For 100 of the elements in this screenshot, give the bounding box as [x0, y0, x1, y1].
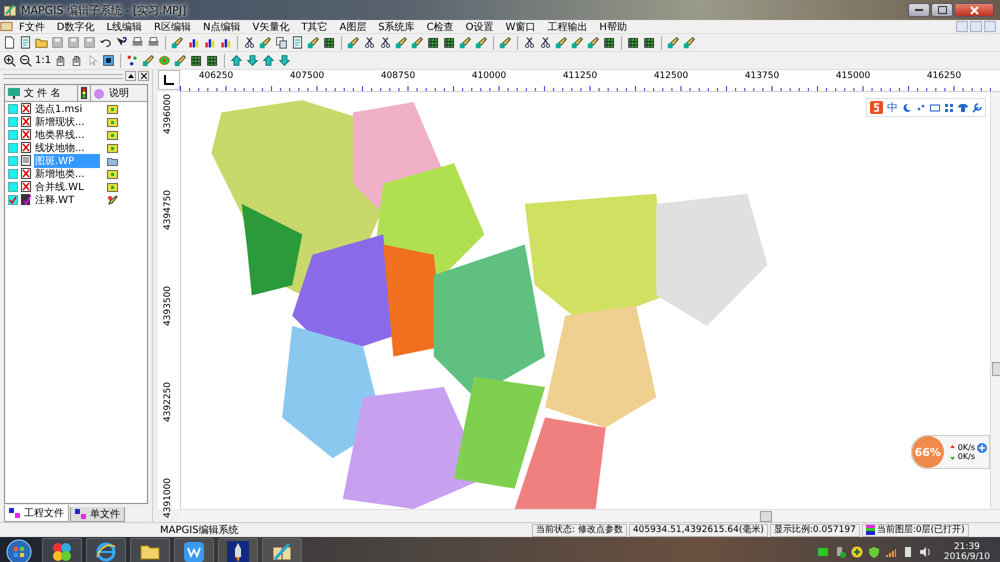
- pencil-icon[interactable]: [171, 36, 184, 49]
- arrow-down-icon[interactable]: [246, 54, 260, 67]
- pencil-icon[interactable]: [411, 36, 424, 49]
- file-name[interactable]: 新增地类...: [34, 166, 100, 180]
- menu-item[interactable]: O设置: [460, 20, 500, 34]
- file-name[interactable]: 新增现状...: [34, 114, 100, 128]
- close-button[interactable]: [138, 71, 149, 81]
- scissors-icon[interactable]: [379, 36, 392, 49]
- arrow-up-icon[interactable]: [262, 54, 276, 67]
- locked-folder-icon[interactable]: [107, 168, 118, 178]
- arrow-up-icon[interactable]: [230, 54, 244, 67]
- checkbox[interactable]: [8, 130, 18, 140]
- menu-item[interactable]: H帮助: [593, 20, 633, 34]
- ruler-corner-icon[interactable]: [158, 70, 180, 90]
- folder-icon[interactable]: [130, 538, 170, 562]
- checkbox[interactable]: [8, 104, 18, 114]
- arrow-down-icon[interactable]: [278, 54, 292, 67]
- input-method-logo-icon[interactable]: [870, 101, 883, 114]
- pencil-icon[interactable]: [142, 54, 156, 67]
- pencil-icon[interactable]: [683, 36, 696, 49]
- plus-icon[interactable]: [850, 546, 863, 558]
- globe-icon[interactable]: [158, 54, 172, 67]
- checkbox[interactable]: [8, 156, 18, 166]
- locked-folder-icon[interactable]: [107, 182, 118, 192]
- pencil-icon[interactable]: [347, 36, 360, 49]
- pencil-icon[interactable]: [459, 36, 472, 49]
- grid-icon[interactable]: [190, 54, 204, 67]
- pencil-icon[interactable]: [475, 36, 488, 49]
- clock-date[interactable]: 2016/9/10: [944, 552, 990, 562]
- pencil-icon[interactable]: [107, 194, 118, 204]
- shirt-icon[interactable]: [958, 102, 968, 112]
- vertical-scrollbar[interactable]: [990, 92, 1000, 509]
- menu-item[interactable]: N点编辑: [197, 20, 246, 34]
- scissors-icon[interactable]: [243, 36, 256, 49]
- office-app-icon[interactable]: [174, 538, 214, 562]
- pencil-icon[interactable]: [395, 36, 408, 49]
- traffic-light-icon[interactable]: [78, 85, 91, 101]
- volume-icon[interactable]: [918, 546, 931, 558]
- checkbox[interactable]: [8, 142, 18, 152]
- collapse-button[interactable]: [125, 71, 136, 81]
- menu-item[interactable]: F文件: [13, 20, 51, 34]
- moon-icon[interactable]: [902, 102, 912, 112]
- tab[interactable]: 工程文件: [4, 505, 69, 522]
- pencil-icon[interactable]: [259, 36, 272, 49]
- shield-icon[interactable]: [868, 546, 880, 558]
- file-name[interactable]: 地类界线...: [34, 128, 100, 142]
- pencil-icon[interactable]: [571, 36, 584, 49]
- locked-folder-icon[interactable]: [107, 104, 118, 114]
- clock-time[interactable]: 21:39: [954, 542, 980, 552]
- file-name[interactable]: 选点1.msi: [34, 102, 100, 116]
- checkbox[interactable]: [8, 182, 18, 192]
- menu-item[interactable]: R区编辑: [148, 20, 197, 34]
- column-header[interactable]: 文 件 名: [24, 86, 60, 100]
- keyboard-icon[interactable]: [930, 102, 940, 112]
- rocket-icon[interactable]: [218, 538, 258, 562]
- menu-item[interactable]: C检查: [420, 20, 460, 34]
- pencil-icon[interactable]: [499, 36, 512, 49]
- menu-item[interactable]: T其它: [295, 20, 334, 34]
- wrench-icon[interactable]: [972, 102, 982, 112]
- locked-folder-icon[interactable]: [107, 130, 118, 140]
- checkbox[interactable]: [8, 194, 18, 204]
- printer-icon[interactable]: [147, 36, 160, 49]
- maximize-button[interactable]: [931, 3, 953, 17]
- grid-icon[interactable]: [206, 54, 220, 67]
- menu-item[interactable]: A图层: [333, 20, 372, 34]
- grid-icon[interactable]: [427, 36, 440, 49]
- menu-item[interactable]: W窗口: [500, 20, 542, 34]
- file-name[interactable]: 合并线.WL: [34, 180, 100, 194]
- input-mode-button[interactable]: 中: [887, 100, 898, 115]
- new-file-icon[interactable]: [3, 36, 16, 49]
- close-button[interactable]: [954, 3, 994, 17]
- start-button[interactable]: [6, 538, 32, 562]
- map-icon[interactable]: [0, 20, 13, 33]
- tray-app-icon[interactable]: [816, 546, 829, 558]
- grid-icon[interactable]: [443, 36, 456, 49]
- save-icon[interactable]: [67, 36, 80, 49]
- grid-icon[interactable]: [627, 36, 640, 49]
- punctuation-icon[interactable]: [916, 102, 926, 112]
- checkbox[interactable]: [8, 116, 18, 126]
- pencil-icon[interactable]: [587, 36, 600, 49]
- locked-folder-icon[interactable]: [107, 142, 118, 152]
- zoom-in-icon[interactable]: [3, 54, 16, 67]
- file-name[interactable]: 注释.WT: [34, 192, 100, 206]
- menu-item[interactable]: V矢量化: [246, 20, 296, 34]
- pencil-icon[interactable]: [307, 36, 320, 49]
- scissors-icon[interactable]: [539, 36, 552, 49]
- printer-icon[interactable]: [131, 36, 144, 49]
- menu-item[interactable]: S系统库: [372, 20, 421, 34]
- menu-item[interactable]: L线编辑: [100, 20, 148, 34]
- file-name[interactable]: 线状地物...: [34, 140, 100, 154]
- plus-icon[interactable]: [977, 443, 987, 453]
- menu-item[interactable]: 工程输出: [541, 20, 594, 34]
- map-editor-icon[interactable]: [262, 538, 302, 562]
- grid-icon[interactable]: [323, 36, 336, 49]
- minimize-button[interactable]: [908, 3, 930, 17]
- pencil-icon[interactable]: [555, 36, 568, 49]
- zoom-out-icon[interactable]: [19, 54, 32, 67]
- horizontal-scrollbar[interactable]: [180, 509, 1000, 522]
- tab[interactable]: 单文件: [70, 507, 125, 522]
- network-monitor[interactable]: 66% 0K/s 0K/s: [910, 435, 990, 469]
